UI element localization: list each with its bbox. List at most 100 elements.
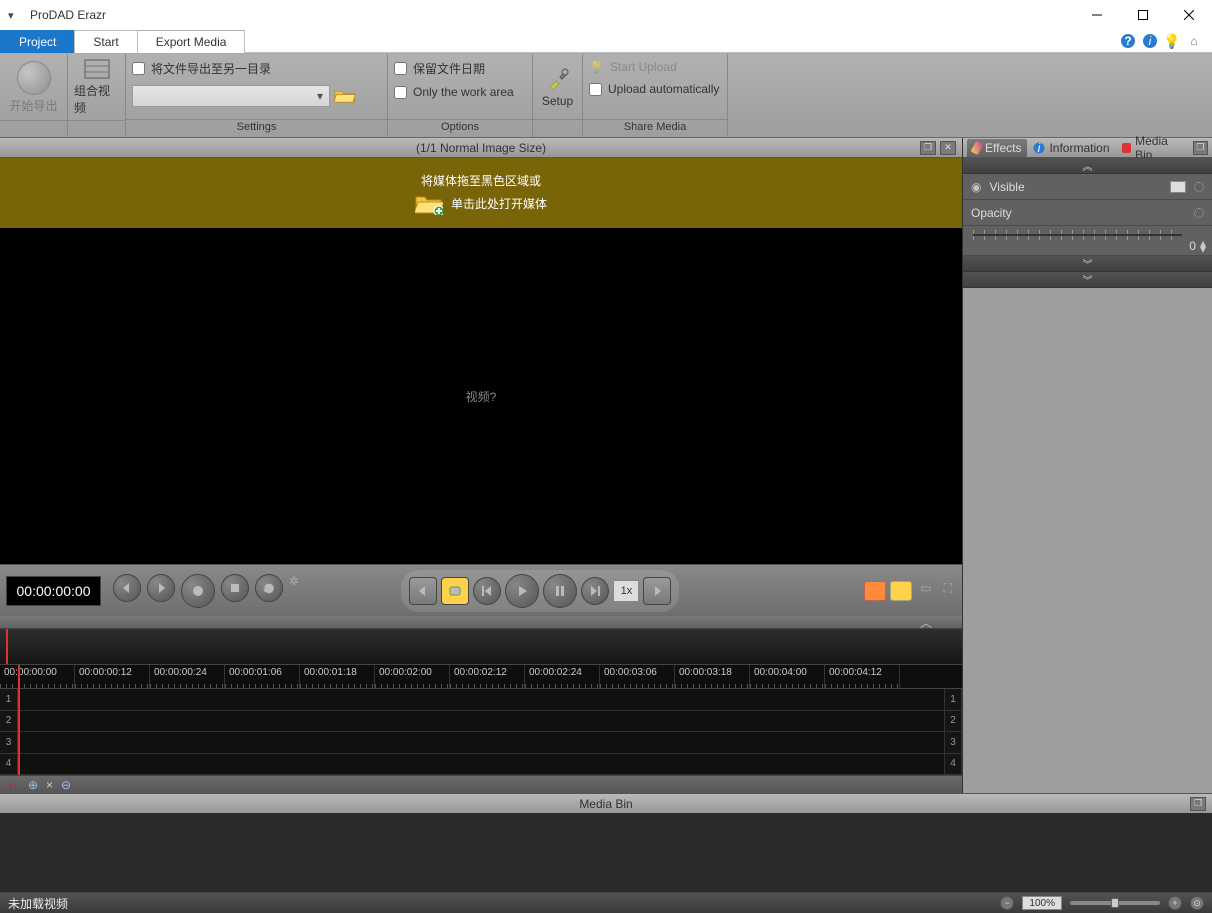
track-row[interactable]	[18, 754, 944, 776]
timeline-overview[interactable]	[0, 629, 962, 665]
panel-dock-button[interactable]: ❐	[1193, 141, 1209, 155]
playhead-icon[interactable]	[6, 629, 8, 664]
prop-opacity[interactable]: Opacity	[963, 200, 1212, 226]
loop-button[interactable]	[255, 574, 283, 602]
visible-toggle[interactable]	[1170, 181, 1186, 193]
prop-visible[interactable]: ◉ Visible	[963, 174, 1212, 200]
upload-auto-checkbox[interactable]: Upload automatically	[589, 80, 719, 98]
go-start-button[interactable]	[473, 577, 501, 605]
tab-information[interactable]: i Information	[1027, 139, 1115, 157]
mediabin-body[interactable]	[0, 813, 1212, 893]
media-drop-hint[interactable]: 将媒体拖至黑色区域或 单击此处打开媒体	[0, 158, 962, 228]
zoom-fit-button[interactable]: ⊙	[1190, 896, 1204, 910]
time-ruler[interactable]: 00:00:00:0000:00:00:1200:00:00:2400:00:0…	[0, 665, 962, 689]
minimize-button[interactable]	[1074, 0, 1120, 30]
tab-project[interactable]: Project	[0, 30, 75, 53]
start-upload-button: 💡 Start Upload	[589, 58, 677, 76]
export-other-dir-checkbox[interactable]: 将文件导出至另一目录	[132, 58, 271, 79]
speed-selector[interactable]: 1x	[613, 580, 639, 602]
lightbulb-icon: 💡	[589, 60, 604, 74]
playhead-line[interactable]	[18, 665, 20, 775]
accordion-collapse[interactable]: ︾	[963, 256, 1212, 272]
track-row[interactable]	[18, 689, 944, 711]
pause-button[interactable]	[543, 574, 577, 608]
zoom-out-button[interactable]: −	[1000, 896, 1014, 910]
tracks: 1234 1234	[0, 689, 962, 775]
info-icon[interactable]: i	[1142, 33, 1158, 49]
ribbon-group-settings: Settings	[126, 119, 387, 137]
close-icon[interactable]: ×	[46, 778, 53, 792]
reset-icon[interactable]	[1194, 208, 1204, 218]
mediabin-header: Media Bin ❐	[0, 793, 1212, 813]
tab-effects[interactable]: Effects	[967, 139, 1027, 157]
statusbar: 未加载视频 − 100% + ⊙	[0, 893, 1212, 913]
go-end-button[interactable]	[581, 577, 609, 605]
close-button[interactable]	[1166, 0, 1212, 30]
lightbulb-icon[interactable]: 💡	[1164, 33, 1180, 49]
panel-maximize-button[interactable]: ❐	[920, 141, 936, 155]
viewer-title: (1/1 Normal Image Size)	[416, 141, 546, 155]
timecode-display[interactable]: 00:00:00:00	[6, 576, 101, 606]
viewer[interactable]: 将媒体拖至黑色区域或 单击此处打开媒体 视频?	[0, 158, 962, 564]
next-keyframe-button[interactable]	[147, 574, 175, 602]
only-work-area-checkbox[interactable]: Only the work area	[394, 83, 514, 101]
marker-out-button[interactable]	[890, 581, 912, 601]
fullscreen-icon[interactable]: ⛶	[940, 581, 956, 601]
home-icon[interactable]: ⌂	[1186, 33, 1202, 49]
zoom-out-icon[interactable]: ⊖	[59, 778, 73, 792]
tab-media-bin[interactable]: Media Bin	[1116, 139, 1193, 157]
accordion-collapse[interactable]: ︾	[963, 272, 1212, 288]
dropdown-icon: ▾	[311, 89, 329, 103]
export-path-input[interactable]: ▾	[132, 85, 330, 107]
crop-icon[interactable]: ▭	[916, 581, 935, 601]
keep-file-date-checkbox[interactable]: 保留文件日期	[394, 58, 485, 79]
stop-button[interactable]	[221, 574, 249, 602]
combine-video-button[interactable]: 组合视频	[74, 58, 119, 116]
start-export-button[interactable]: 开始导出	[6, 58, 61, 116]
reset-icon[interactable]	[1194, 182, 1204, 192]
help-icon[interactable]: ?	[1120, 33, 1136, 49]
tab-export-media[interactable]: Export Media	[137, 30, 246, 53]
ruler-tick: 00:00:00:12	[75, 665, 150, 688]
setup-button[interactable]: Setup	[539, 64, 576, 110]
app-menu-icon[interactable]: ▾	[8, 9, 24, 22]
zoom-slider[interactable]	[1070, 901, 1160, 905]
tab-start[interactable]: Start	[74, 30, 137, 53]
next-chunk-button[interactable]	[643, 577, 671, 605]
status-text: 未加载视频	[8, 895, 68, 912]
track-rows[interactable]	[18, 689, 944, 775]
loop-region-button[interactable]	[441, 577, 469, 605]
play-button[interactable]	[505, 574, 539, 608]
right-tabs: Effects i Information Media Bin ❐	[963, 138, 1212, 158]
maximize-button[interactable]	[1120, 0, 1166, 30]
ribbon-group-share: Share Media	[583, 119, 727, 137]
ruler-tick: 00:00:00:00	[0, 665, 75, 688]
browse-folder-button[interactable]	[334, 85, 356, 107]
ruler-tick: 00:00:02:24	[525, 665, 600, 688]
zoom-value[interactable]: 100%	[1022, 896, 1062, 910]
ribbon-tabs: Project Start Export Media ? i 💡 ⌂	[0, 30, 1212, 54]
settings-gear-icon[interactable]: ✲	[289, 574, 299, 608]
track-row[interactable]	[18, 732, 944, 754]
opacity-slider[interactable]: 0▴▾	[963, 226, 1212, 256]
svg-text:i: i	[1038, 142, 1041, 154]
accordion-collapse[interactable]: ︽	[963, 158, 1212, 174]
right-panel: Effects i Information Media Bin ❐ ︽ ◉ Vi…	[962, 138, 1212, 793]
prev-keyframe-button[interactable]	[113, 574, 141, 602]
titlebar: ▾ ProDAD Erazr	[0, 0, 1212, 30]
panel-dock-button[interactable]: ❐	[1190, 797, 1206, 811]
app-title: ProDAD Erazr	[30, 8, 106, 22]
zoom-in-button[interactable]: +	[1168, 896, 1182, 910]
panel-close-button[interactable]: ✕	[940, 141, 956, 155]
zoom-in-icon[interactable]: ⊕	[26, 778, 40, 792]
ribbon: 开始导出 组合视频 将文件导出至另一目录 ▾ Settings 保留文件日	[0, 54, 1212, 138]
timeline-footer: ∩ ⊕ × ⊖	[0, 775, 962, 793]
eye-icon: ◉	[971, 180, 981, 194]
prev-chunk-button[interactable]	[409, 577, 437, 605]
wand-icon	[971, 140, 984, 154]
stepper-icon[interactable]: ▴▾	[1200, 240, 1206, 252]
record-button[interactable]	[181, 574, 215, 608]
track-row[interactable]	[18, 711, 944, 733]
magnet-icon[interactable]: ∩	[6, 778, 20, 792]
marker-in-button[interactable]	[864, 581, 886, 601]
